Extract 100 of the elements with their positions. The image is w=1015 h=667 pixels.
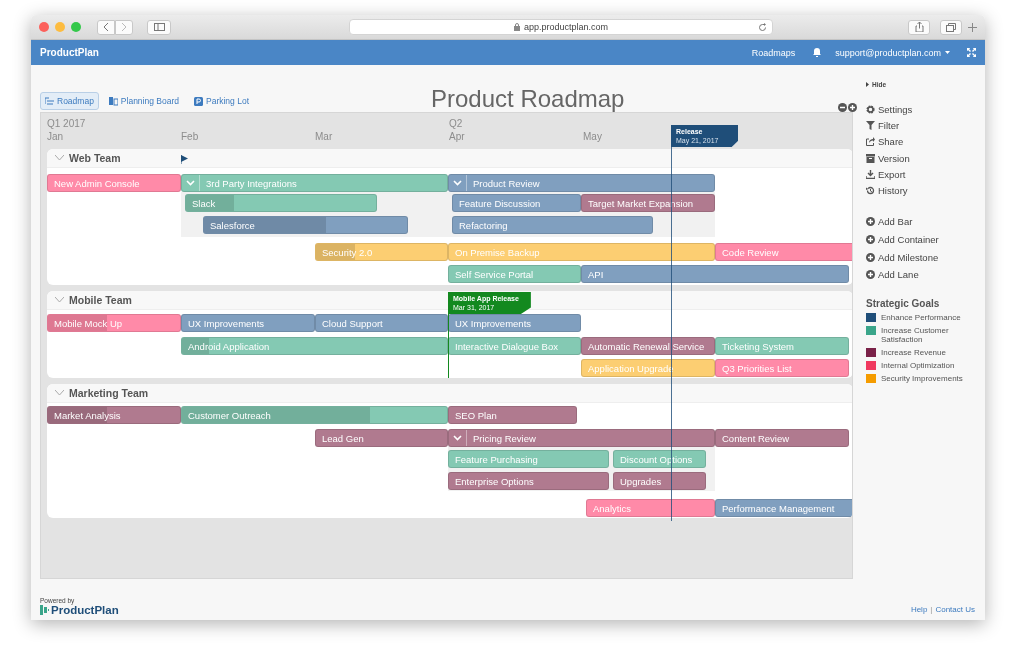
link-separator: | [930,605,933,614]
plus-icon[interactable] [968,22,977,32]
caret-right-icon [866,82,869,87]
sidebar-action[interactable]: Filter [866,117,985,134]
roadmap-bar[interactable]: New Admin Console [47,174,181,192]
list-icon [45,96,54,106]
container-bar[interactable]: Product Review [448,174,715,192]
month-label: Feb [181,130,199,143]
chevron-down-icon[interactable] [55,390,64,396]
tabs-button[interactable] [940,19,962,35]
footer-link[interactable]: Contact Us [935,605,975,614]
forward-button[interactable] [115,19,133,35]
sidebar-action[interactable]: Share [866,133,985,150]
caret-down-icon [945,51,950,54]
add-action[interactable]: Add Lane [866,265,985,284]
roadmap-bar[interactable]: Content Review [715,429,849,447]
back-button[interactable] [97,19,115,35]
roadmap-bar[interactable]: Interactive Dialogue Box [448,337,581,355]
chevron-down-icon[interactable] [55,155,64,161]
roadmap-bar[interactable]: Cloud Support [315,314,448,332]
brand-logo[interactable]: ProductPlan [40,604,119,616]
roadmap-bar[interactable]: Q3 Priorities List [715,359,849,377]
account-menu[interactable]: support@productplan.com [835,47,950,58]
footer-link[interactable]: Help [910,605,928,614]
month-label: May [583,130,602,143]
roadmap-bar[interactable]: Slack [185,194,377,212]
add-action[interactable]: Add Container [866,230,985,249]
add-action[interactable]: Add Milestone [866,248,985,266]
roadmap-bar[interactable]: Performance Management [715,499,852,517]
sidebar-button[interactable] [147,19,171,35]
roadmap-bar[interactable]: Refactoring [452,216,653,234]
legend-label: Increase Revenue [881,347,946,357]
roadmap-bar[interactable]: Lead Gen [315,429,448,447]
url-text: app.productplan.com [523,22,609,32]
lane-title: Mobile Team [69,294,132,306]
lane-title: Web Team [69,152,121,164]
sidebar-action[interactable]: Export [866,166,985,183]
quarter-label: Q2 [449,117,463,130]
month-label: Jan [47,130,64,143]
logo-mark-icon [40,605,49,615]
share-icon [914,22,924,32]
legend-title: Strategic Goals [866,297,941,309]
share-button[interactable] [908,19,930,35]
share-icon [866,137,875,147]
brand-logo[interactable]: ProductPlan [40,47,99,58]
sidebar-icon [153,23,165,31]
roadmap-bar[interactable]: Upgrades [613,472,706,490]
roadmap-bar[interactable]: Feature Discussion [452,194,581,212]
add-action[interactable]: Add Bar [866,212,985,231]
expand-icon[interactable] [967,48,976,57]
roadmap-bar[interactable]: API [581,265,849,283]
roadmap-bar[interactable]: Mobile Mock Up [47,314,181,332]
legend-label: Increase Customer Satisfaction [881,325,950,344]
container-bar[interactable]: Pricing Review [448,429,715,447]
zoom-in-icon[interactable] [848,103,857,112]
download-icon [866,169,875,179]
container-bar[interactable]: 3rd Party Integrations [181,174,448,192]
sidebar-action[interactable]: Version [866,149,985,167]
roadmap-bar[interactable]: Enterprise Options [448,472,609,490]
view-tab[interactable]: Planning Board [103,92,184,110]
lock-icon [513,23,520,31]
gear-icon [866,104,875,114]
legend-label: Enhance Performance [881,312,961,322]
plus-circle-icon [866,217,875,227]
sidebar-action[interactable]: History [866,182,985,199]
sidebar-action[interactable]: Settings [866,101,985,118]
flag-icon[interactable] [181,155,189,164]
view-tab[interactable]: Parking Lot [189,92,254,110]
roadmap-bar[interactable]: UX Improvements [181,314,315,332]
roadmap-bar[interactable]: Android Application [181,337,448,355]
legend-label: Internal Optimization [881,360,955,370]
roadmap-bar[interactable]: SEO Plan [448,406,577,424]
roadmap-bar[interactable]: UX Improvements [448,314,581,332]
roadmap-bar[interactable]: Analytics [586,499,715,517]
lane-title: Marketing Team [69,387,149,399]
address-bar[interactable]: app.productplan.com [349,19,773,35]
chevron-down-icon[interactable] [55,297,64,303]
roadmap-bar[interactable]: Market Analysis [47,406,181,424]
reload-icon[interactable] [758,23,767,32]
month-label: Mar [315,130,333,143]
roadmap-bar[interactable]: Automatic Renewal Service [581,337,715,355]
nav-link[interactable]: Roadmaps [751,47,796,58]
roadmap-bar[interactable]: Customer Outreach [181,406,448,424]
roadmap-bar[interactable]: Feature Purchasing [448,450,609,468]
history-icon [866,186,875,196]
board-icon [108,96,118,106]
filter-icon [866,120,875,130]
roadmap-bar[interactable]: Code Review [715,243,852,261]
view-tab[interactable]: Roadmap [40,92,99,110]
roadmap-bar[interactable]: Self Service Portal [448,265,581,283]
legend-label: Security Improvements [881,373,963,383]
chevron-right-icon [121,23,127,31]
tabs-icon [946,22,956,32]
plus-circle-icon [866,270,875,280]
roadmap-bar[interactable]: Security 2.0 [315,243,448,261]
roadmap-bar[interactable]: Salesforce [203,216,408,234]
zoom-out-icon[interactable] [838,103,847,112]
roadmap-bar[interactable]: Ticketing System [715,337,849,355]
bell-icon[interactable] [813,48,822,57]
quarter-label: Q1 2017 [47,117,86,130]
